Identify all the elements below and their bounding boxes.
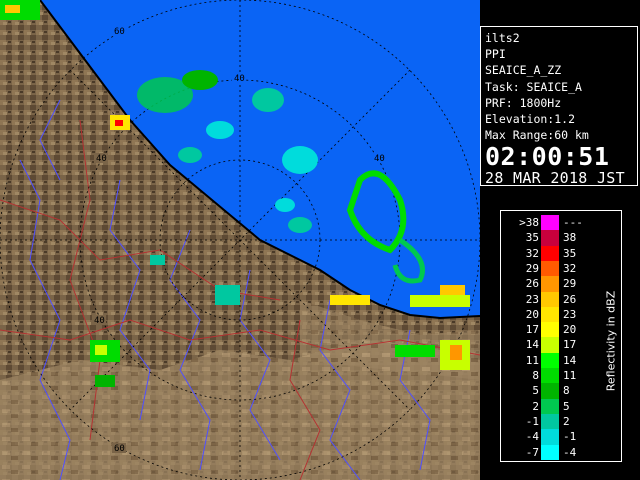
range-label: 40 <box>234 74 245 84</box>
legend-high-value: 14 <box>563 353 577 367</box>
legend-low-value: -1 <box>525 414 539 428</box>
legend-low-value: 11 <box>525 353 539 367</box>
legend-color-swatch <box>541 215 559 231</box>
range-label: 40 <box>96 154 107 164</box>
max-range-value: Max Range:60 km <box>485 128 589 143</box>
scan-info-panel: ilts2 PPI SEAICE_A_ZZ Task: SEAICE_A PRF… <box>480 26 638 188</box>
range-label: 60 <box>114 27 125 37</box>
legend-high-value: 17 <box>563 338 577 352</box>
legend-color-swatch <box>541 322 559 338</box>
legend-low-value: 29 <box>525 261 539 275</box>
product-name: SEAICE_A_ZZ <box>485 63 562 78</box>
radar-ppi-map[interactable]: 60 40 40 40 40 60 <box>0 0 480 480</box>
legend-color-swatch <box>541 398 559 414</box>
legend-low-value: -7 <box>525 445 539 459</box>
legend-color-swatch <box>541 260 559 277</box>
legend-high-value: -4 <box>563 445 577 459</box>
legend-row: >38 --- <box>501 215 621 231</box>
range-label: 40 <box>374 154 385 164</box>
legend-high-value: 26 <box>563 292 577 306</box>
legend-high-value: 8 <box>563 384 570 398</box>
legend-color-swatch <box>541 306 559 323</box>
legend-low-value: 5 <box>532 384 539 398</box>
site-name: ilts2 <box>485 31 520 45</box>
legend-low-value: 35 <box>525 231 539 245</box>
legend-high-value: 29 <box>563 277 577 291</box>
legend-low-value: 23 <box>525 292 539 306</box>
legend-high-value: 23 <box>563 307 577 321</box>
legend-color-swatch <box>541 444 559 460</box>
legend-high-value: -1 <box>563 430 577 444</box>
legend-high-value: --- <box>563 216 583 229</box>
legend-caption: Reflectivity in dBZ <box>604 290 618 392</box>
legend-low-value: 26 <box>525 277 539 291</box>
legend-color-swatch <box>541 276 559 292</box>
task-name: Task: SEAICE_A <box>485 79 582 94</box>
legend-row: -7 -4 <box>501 444 621 460</box>
legend-low-value: 8 <box>532 369 539 382</box>
legend-low-value: 2 <box>532 399 539 413</box>
legend-color-swatch <box>541 368 559 384</box>
legend-color-swatch <box>541 291 559 307</box>
legend-color-swatch <box>541 413 559 430</box>
legend-low-value: 32 <box>525 246 539 260</box>
legend-color-swatch <box>541 337 559 353</box>
legend-low-value: -4 <box>525 430 539 444</box>
legend-color-swatch <box>541 245 559 261</box>
legend-high-value: 11 <box>563 369 577 382</box>
legend-color-swatch <box>541 383 559 399</box>
scan-date: 28 MAR 2018 JST <box>485 169 625 188</box>
legend-high-value: 2 <box>563 414 570 428</box>
legend-high-value: 20 <box>563 323 577 337</box>
legend-row: 35 38 <box>501 230 621 246</box>
legend-color-swatch <box>541 352 559 369</box>
scan-time: 02:00:51 <box>485 142 610 172</box>
legend-high-value: 38 <box>563 231 577 245</box>
legend-low-value: 14 <box>525 338 539 352</box>
legend-low-value: 20 <box>525 307 539 321</box>
range-label: 60 <box>114 444 125 454</box>
legend-low-value: >38 <box>519 216 539 229</box>
product-type: PPI <box>485 47 506 62</box>
legend-high-value: 32 <box>563 261 577 275</box>
legend-color-swatch <box>541 429 559 445</box>
range-label: 40 <box>94 316 105 326</box>
elevation-value: Elevation:1.2 <box>485 112 576 127</box>
legend-low-value: 17 <box>525 323 539 337</box>
legend-row: -4 -1 <box>501 429 621 445</box>
legend-color-swatch <box>541 230 559 246</box>
prf-value: PRF: 1800Hz <box>485 95 562 110</box>
legend-high-value: 5 <box>563 399 570 413</box>
legend-high-value: 35 <box>563 246 577 260</box>
reflectivity-legend: >38 --- 35 38 32 35 29 32 26 29 23 26 20 23 17 20 14 17 11… <box>500 210 622 462</box>
